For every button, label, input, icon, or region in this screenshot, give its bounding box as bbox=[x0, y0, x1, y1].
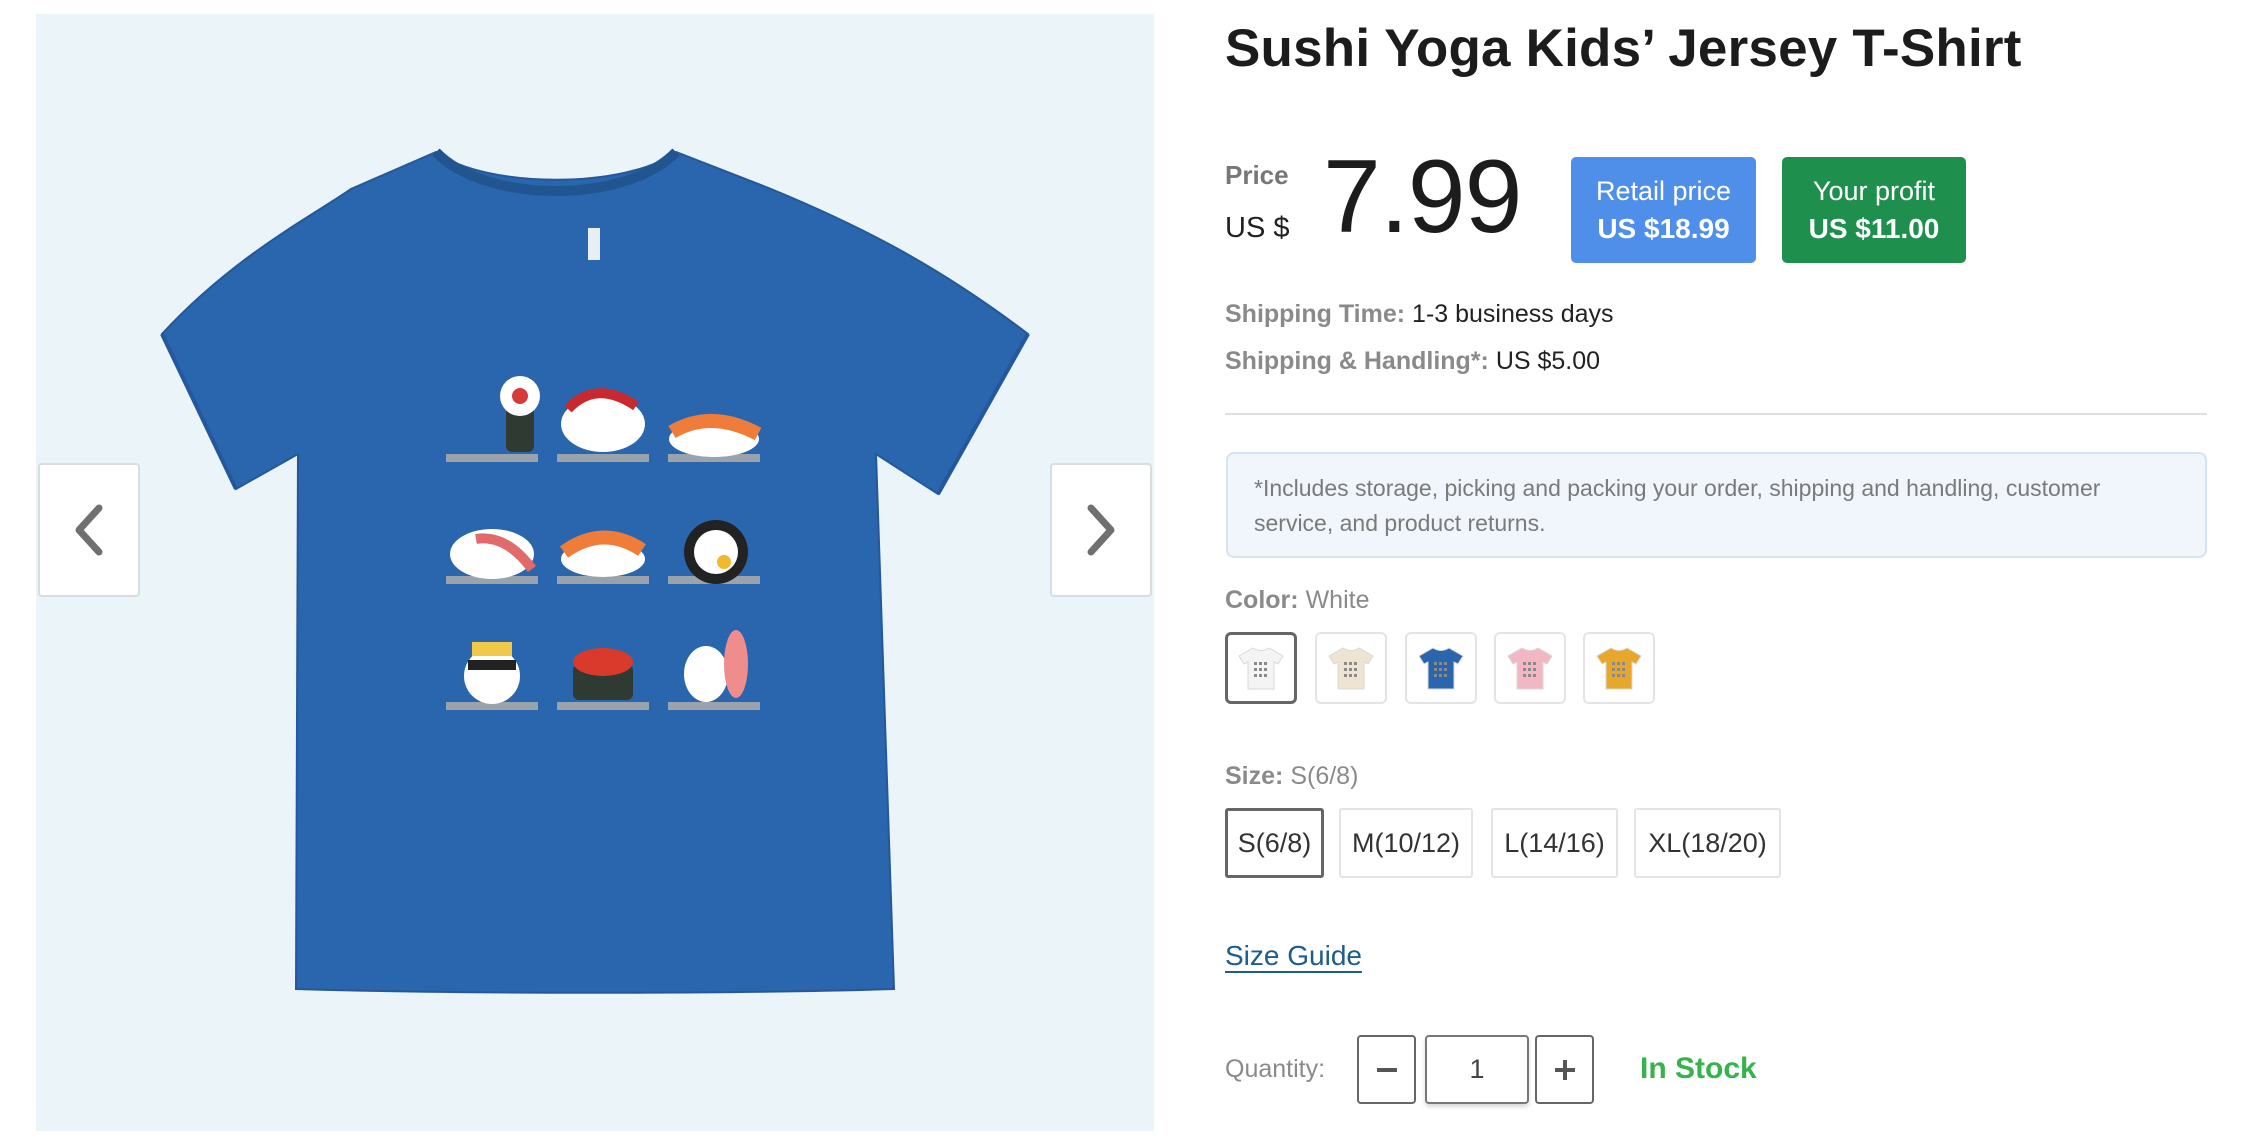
color-selected-value: White bbox=[1305, 586, 1370, 614]
tshirt-icon bbox=[1328, 647, 1374, 690]
product-image-gallery bbox=[36, 14, 1154, 1131]
shipping-time: Shipping Time: 1-3 business days bbox=[1225, 300, 1614, 329]
retail-price-value: US $18.99 bbox=[1597, 213, 1730, 244]
gallery-next-button[interactable] bbox=[1050, 463, 1152, 597]
size-option-m[interactable]: M(10/12) bbox=[1339, 808, 1473, 878]
price-value: 7.99 bbox=[1323, 139, 1522, 255]
quantity-input[interactable] bbox=[1425, 1035, 1529, 1104]
size-option-xl[interactable]: XL(18/20) bbox=[1634, 808, 1781, 878]
color-swatch-gold[interactable] bbox=[1583, 632, 1655, 704]
shipping-handling-value: US $5.00 bbox=[1495, 347, 1601, 375]
shipping-time-value: 1-3 business days bbox=[1412, 300, 1614, 328]
profit-value: US $11.00 bbox=[1808, 213, 1940, 244]
divider bbox=[1225, 413, 2207, 415]
tshirt-icon bbox=[1418, 647, 1464, 690]
retail-price-badge: Retail price US $18.99 bbox=[1571, 157, 1756, 263]
shipping-time-label: Shipping Time: bbox=[1225, 300, 1406, 328]
product-title: Sushi Yoga Kids’ Jersey T-Shirt bbox=[1225, 19, 2022, 78]
tshirt-icon bbox=[1238, 647, 1284, 690]
plus-icon bbox=[1554, 1059, 1575, 1080]
quantity-increment-button[interactable] bbox=[1535, 1035, 1594, 1104]
color-swatch-natural[interactable] bbox=[1315, 632, 1387, 704]
chevron-right-icon bbox=[1087, 504, 1115, 556]
size-option-l[interactable]: L(14/16) bbox=[1491, 808, 1618, 878]
size-label: Size: S(6/8) bbox=[1225, 762, 1359, 790]
tshirt-icon bbox=[1596, 647, 1642, 690]
profit-label: Your profit bbox=[1812, 176, 1936, 206]
chevron-left-icon bbox=[75, 504, 103, 556]
color-label: Color: White bbox=[1225, 586, 1370, 614]
size-selected-value: S(6/8) bbox=[1290, 762, 1359, 790]
price-currency: US $ bbox=[1225, 212, 1290, 244]
profit-badge: Your profit US $11.00 bbox=[1782, 157, 1966, 263]
stock-status: In Stock bbox=[1640, 1052, 1757, 1085]
quantity-decrement-button[interactable] bbox=[1357, 1035, 1416, 1104]
retail-price-label: Retail price bbox=[1595, 176, 1732, 206]
quantity-label: Quantity: bbox=[1225, 1055, 1326, 1083]
product-image bbox=[160, 148, 1030, 994]
shipping-handling: Shipping & Handling*: US $5.00 bbox=[1225, 347, 1600, 376]
minus-icon bbox=[1376, 1067, 1397, 1072]
color-swatch-blue[interactable] bbox=[1405, 632, 1477, 704]
tshirt-icon bbox=[1507, 647, 1553, 690]
shipping-notice: *Includes storage, picking and packing y… bbox=[1226, 452, 2207, 558]
shipping-handling-label: Shipping & Handling*: bbox=[1225, 347, 1489, 375]
color-swatch-white[interactable] bbox=[1225, 632, 1297, 704]
price-label: Price bbox=[1225, 160, 1289, 190]
gallery-prev-button[interactable] bbox=[38, 463, 140, 597]
size-option-s[interactable]: S(6/8) bbox=[1225, 808, 1324, 878]
size-guide-link[interactable]: Size Guide bbox=[1225, 940, 1362, 972]
color-swatch-pink[interactable] bbox=[1494, 632, 1566, 704]
